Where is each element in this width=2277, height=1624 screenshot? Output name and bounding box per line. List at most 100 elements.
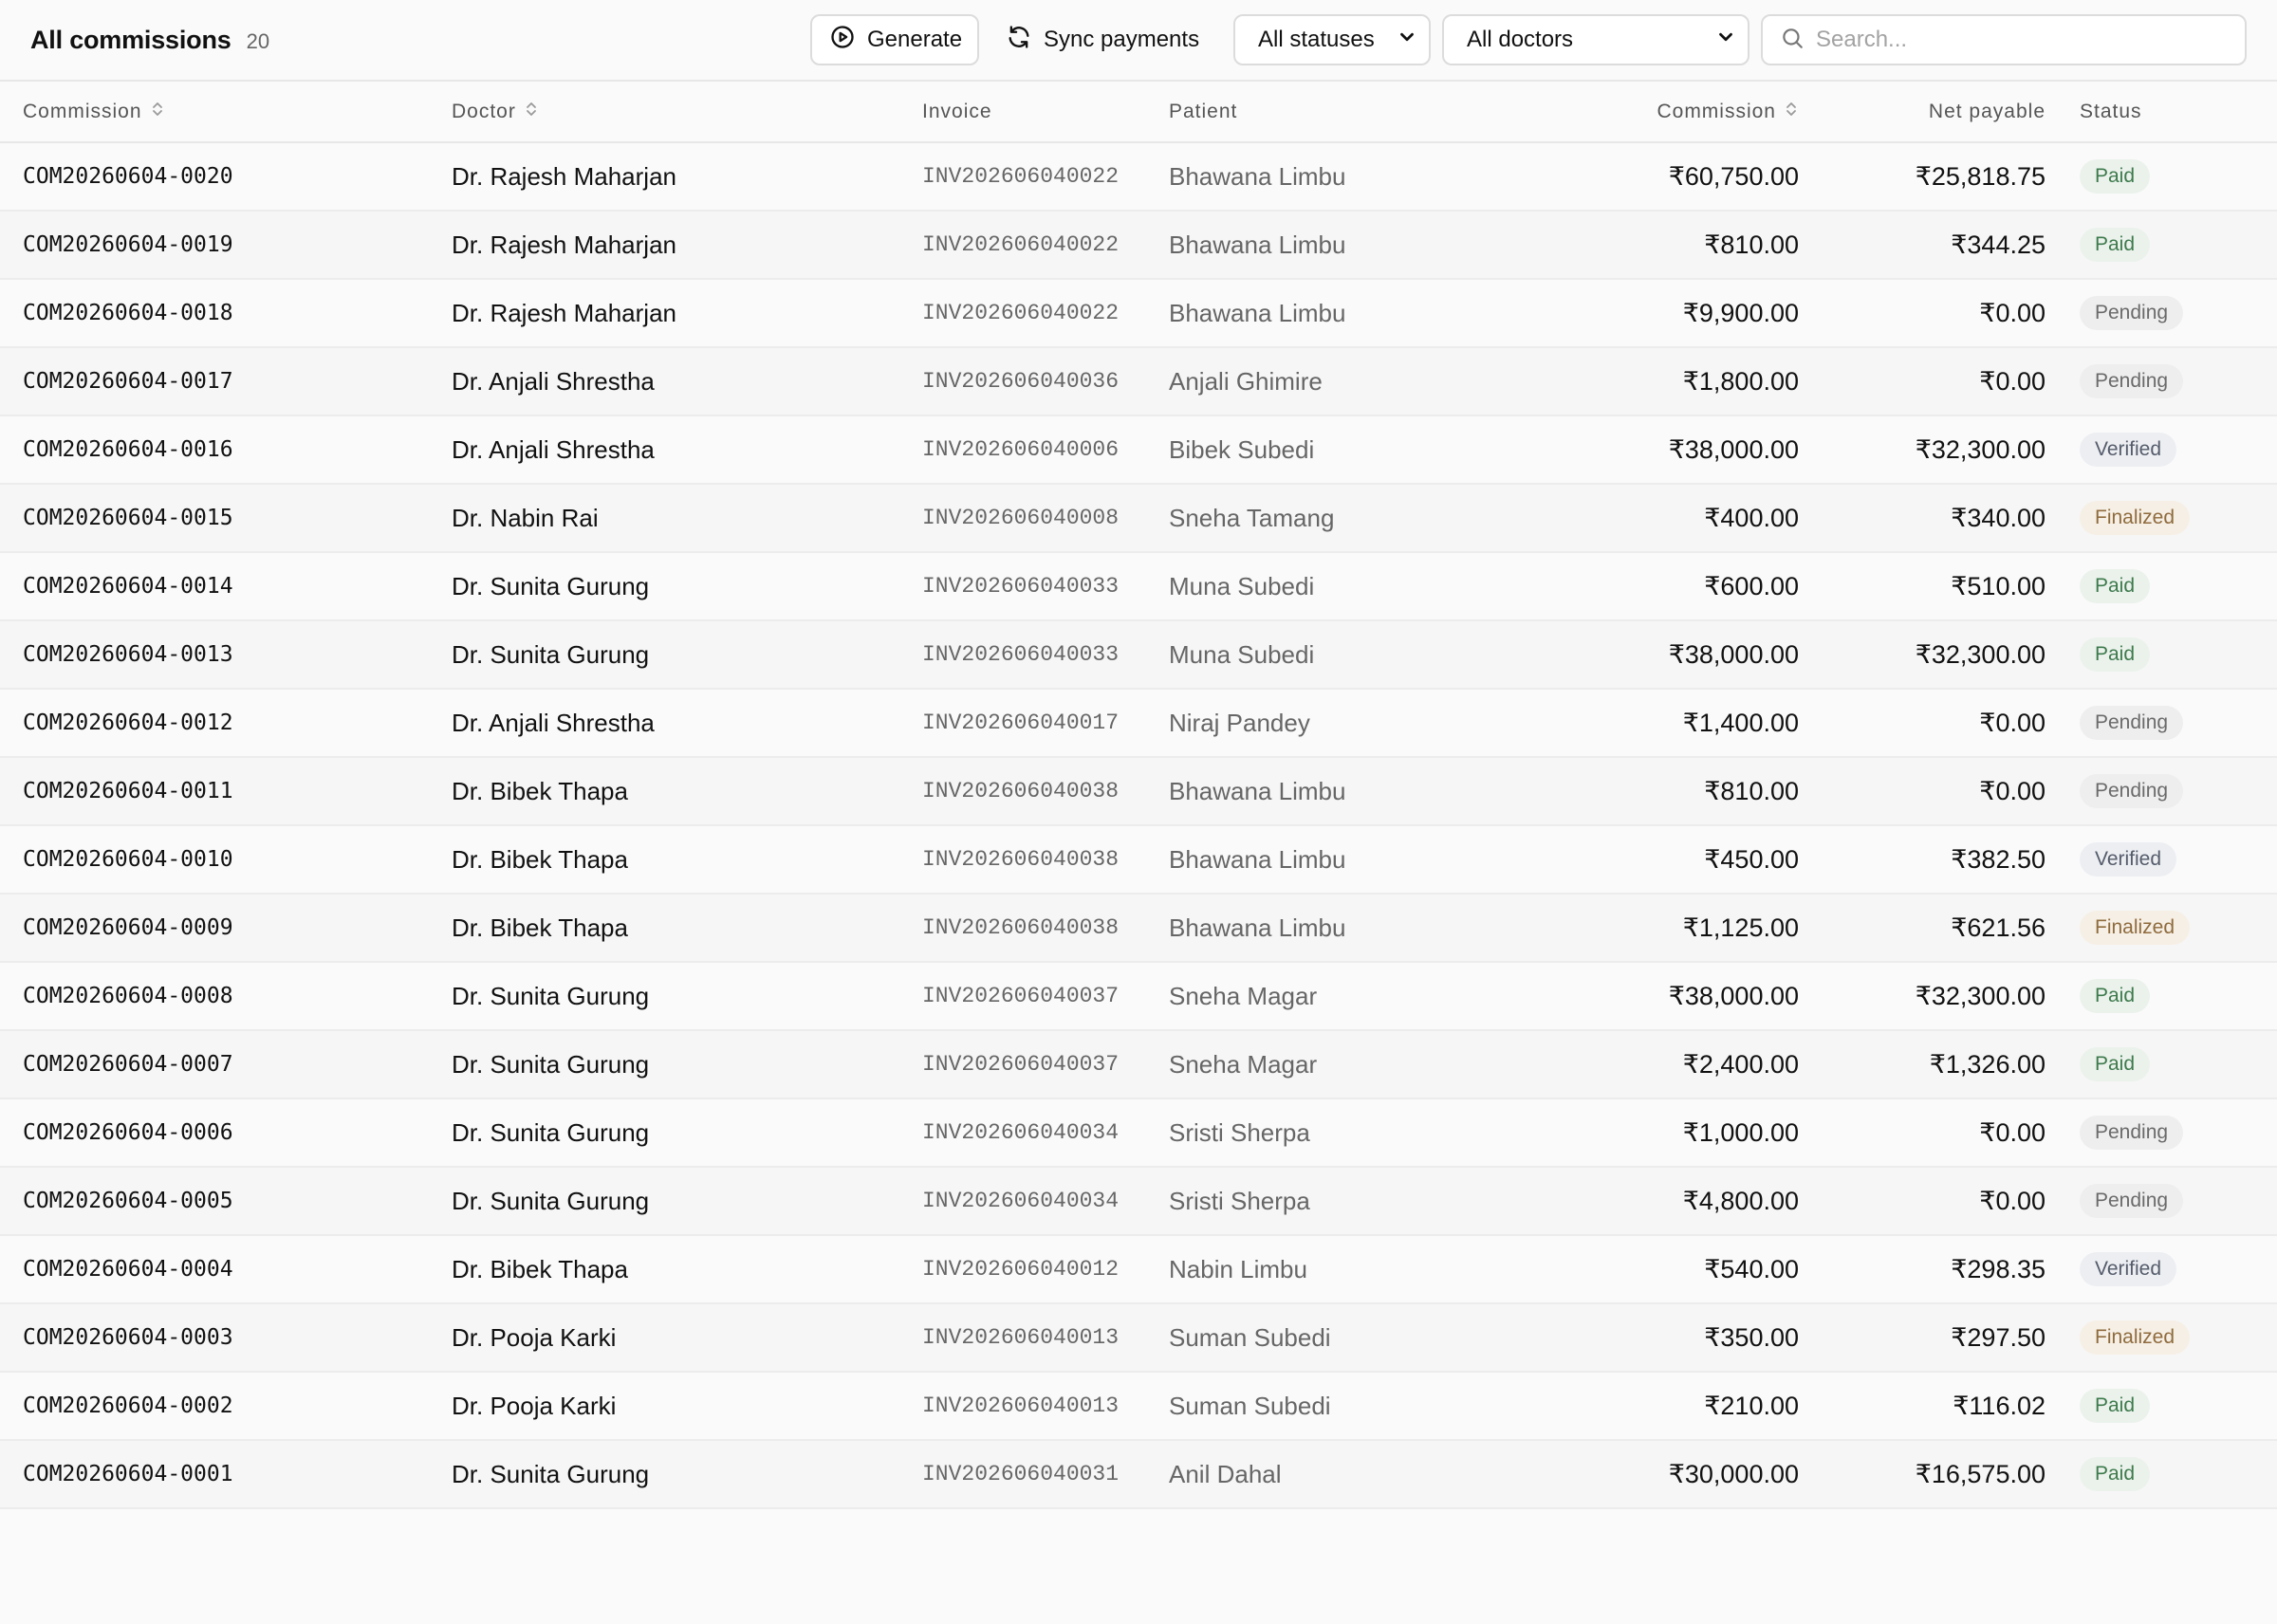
column-header-amount[interactable]: Commission <box>1624 82 1799 142</box>
sync-payments-button[interactable]: Sync payments <box>979 14 1230 65</box>
invoice-number[interactable]: INV202606040031 <box>922 1440 1169 1508</box>
commission-id[interactable]: COM20260604-0015 <box>0 484 452 552</box>
table-row[interactable]: COM20260604-0008 Dr. Sunita Gurung INV2026… <box>0 962 2277 1030</box>
commission-amount: ₹600.00 <box>1704 571 1799 600</box>
commission-id[interactable]: COM20260604-0019 <box>0 211 452 279</box>
invoice-number[interactable]: INV202606040033 <box>922 552 1169 620</box>
status-filter-select[interactable]: All statuses <box>1233 14 1431 65</box>
chevron-down-icon <box>1706 27 1736 54</box>
commission-id[interactable]: COM20260604-0012 <box>0 689 452 757</box>
invoice-number[interactable]: INV202606040008 <box>922 484 1169 552</box>
invoice-number[interactable]: INV202606040022 <box>922 279 1169 347</box>
commission-id[interactable]: COM20260604-0010 <box>0 825 452 894</box>
patient-name: Bhawana Limbu <box>1169 776 1346 805</box>
status-cell: Pending <box>2046 279 2277 347</box>
status-badge: Finalized <box>2080 501 2191 535</box>
column-header-commission[interactable]: Commission <box>0 82 452 142</box>
invoice-number[interactable]: INV202606040038 <box>922 757 1169 825</box>
status-badge: Finalized <box>2080 911 2191 945</box>
table-row[interactable]: COM20260604-0017 Dr. Anjali Shrestha INV20… <box>0 347 2277 415</box>
commission-id[interactable]: COM20260604-0004 <box>0 1235 452 1303</box>
column-header-net-payable: Net payable <box>1928 100 2046 122</box>
table-row[interactable]: COM20260604-0020 Dr. Rajesh Maharjan INV20… <box>0 142 2277 211</box>
commission-id[interactable]: COM20260604-0008 <box>0 962 452 1030</box>
doctor-name: Dr. Nabin Rai <box>452 503 599 532</box>
table-row[interactable]: COM20260604-0001 Dr. Sunita Gurung INV2026… <box>0 1440 2277 1508</box>
commission-id[interactable]: COM20260604-0018 <box>0 279 452 347</box>
column-header-label: Commission <box>23 100 142 122</box>
invoice-number[interactable]: INV202606040036 <box>922 347 1169 415</box>
doctor-filter-select[interactable]: All doctors <box>1442 14 1749 65</box>
status-cell: Verified <box>2046 415 2277 484</box>
table-row[interactable]: COM20260604-0012 Dr. Anjali Shrestha INV20… <box>0 689 2277 757</box>
column-header-doctor[interactable]: Doctor <box>452 82 922 142</box>
invoice-number[interactable]: INV202606040017 <box>922 689 1169 757</box>
net-payable-amount: ₹32,300.00 <box>1915 434 2046 464</box>
invoice-number[interactable]: INV202606040037 <box>922 962 1169 1030</box>
invoice-number[interactable]: INV202606040006 <box>922 415 1169 484</box>
table-row[interactable]: COM20260604-0011 Dr. Bibek Thapa INV202606… <box>0 757 2277 825</box>
table-row[interactable]: COM20260604-0010 Dr. Bibek Thapa INV202606… <box>0 825 2277 894</box>
commission-id[interactable]: COM20260604-0020 <box>0 142 452 211</box>
status-cell: Verified <box>2046 1235 2277 1303</box>
commission-id[interactable]: COM20260604-0014 <box>0 552 452 620</box>
commission-id[interactable]: COM20260604-0005 <box>0 1167 452 1235</box>
commission-id[interactable]: COM20260604-0013 <box>0 620 452 689</box>
doctor-name: Dr. Sunita Gurung <box>452 571 650 600</box>
invoice-number[interactable]: INV202606040033 <box>922 620 1169 689</box>
table-row[interactable]: COM20260604-0003 Dr. Pooja Karki INV202606… <box>0 1303 2277 1372</box>
patient-name: Anil Dahal <box>1169 1459 1282 1488</box>
status-cell: Paid <box>2046 142 2277 211</box>
commission-id[interactable]: COM20260604-0003 <box>0 1303 452 1372</box>
patient-name: Niraj Pandey <box>1169 708 1310 737</box>
commission-id[interactable]: COM20260604-0007 <box>0 1030 452 1098</box>
invoice-number[interactable]: INV202606040037 <box>922 1030 1169 1098</box>
table-row[interactable]: COM20260604-0009 Dr. Bibek Thapa INV202606… <box>0 894 2277 962</box>
table-row[interactable]: COM20260604-0004 Dr. Bibek Thapa INV202606… <box>0 1235 2277 1303</box>
net-payable-amount: ₹25,818.75 <box>1915 161 2046 191</box>
generate-button[interactable]: Generate <box>810 14 979 65</box>
table-row[interactable]: COM20260604-0013 Dr. Sunita Gurung INV2026… <box>0 620 2277 689</box>
invoice-number[interactable]: INV202606040013 <box>922 1303 1169 1372</box>
invoice-number[interactable]: INV202606040038 <box>922 894 1169 962</box>
table-row[interactable]: COM20260604-0014 Dr. Sunita Gurung INV2026… <box>0 552 2277 620</box>
patient-name: Bhawana Limbu <box>1169 844 1346 874</box>
sort-icon[interactable] <box>1784 101 1799 123</box>
commission-id[interactable]: COM20260604-0011 <box>0 757 452 825</box>
table-row[interactable]: COM20260604-0005 Dr. Sunita Gurung INV2026… <box>0 1167 2277 1235</box>
table-row[interactable]: COM20260604-0015 Dr. Nabin Rai INV20260604… <box>0 484 2277 552</box>
invoice-number[interactable]: INV202606040022 <box>922 142 1169 211</box>
column-header-status: Status <box>2080 100 2142 122</box>
invoice-number[interactable]: INV202606040034 <box>922 1098 1169 1167</box>
invoice-number[interactable]: INV202606040022 <box>922 211 1169 279</box>
doctor-name: Dr. Sunita Gurung <box>452 1459 650 1488</box>
table-row[interactable]: COM20260604-0007 Dr. Sunita Gurung INV2026… <box>0 1030 2277 1098</box>
invoice-number[interactable]: INV202606040012 <box>922 1235 1169 1303</box>
net-payable-amount: ₹1,326.00 <box>1929 1049 2046 1079</box>
invoice-number[interactable]: INV202606040038 <box>922 825 1169 894</box>
sort-icon[interactable] <box>150 101 165 123</box>
commission-id[interactable]: COM20260604-0002 <box>0 1372 452 1440</box>
search-box[interactable] <box>1761 14 2247 65</box>
patient-name: Bhawana Limbu <box>1169 913 1346 942</box>
table-row[interactable]: COM20260604-0016 Dr. Anjali Shrestha INV20… <box>0 415 2277 484</box>
doctor-name: Dr. Sunita Gurung <box>452 1186 650 1215</box>
sort-icon[interactable] <box>524 101 539 123</box>
commission-id[interactable]: COM20260604-0016 <box>0 415 452 484</box>
table-row[interactable]: COM20260604-0002 Dr. Pooja Karki INV202606… <box>0 1372 2277 1440</box>
doctor-name: Dr. Anjali Shrestha <box>452 366 655 396</box>
invoice-number[interactable]: INV202606040034 <box>922 1167 1169 1235</box>
table-row[interactable]: COM20260604-0006 Dr. Sunita Gurung INV2026… <box>0 1098 2277 1167</box>
invoice-number[interactable]: INV202606040013 <box>922 1372 1169 1440</box>
table-row[interactable]: COM20260604-0018 Dr. Rajesh Maharjan INV20… <box>0 279 2277 347</box>
commission-id[interactable]: COM20260604-0001 <box>0 1440 452 1508</box>
commission-id[interactable]: COM20260604-0017 <box>0 347 452 415</box>
search-input[interactable] <box>1816 27 2228 53</box>
status-badge: Verified <box>2080 1252 2177 1286</box>
patient-name: Anjali Ghimire <box>1169 366 1323 396</box>
commission-id[interactable]: COM20260604-0006 <box>0 1098 452 1167</box>
status-badge: Paid <box>2080 979 2151 1013</box>
status-badge: Paid <box>2080 1047 2151 1081</box>
commission-id[interactable]: COM20260604-0009 <box>0 894 452 962</box>
table-row[interactable]: COM20260604-0019 Dr. Rajesh Maharjan INV20… <box>0 211 2277 279</box>
